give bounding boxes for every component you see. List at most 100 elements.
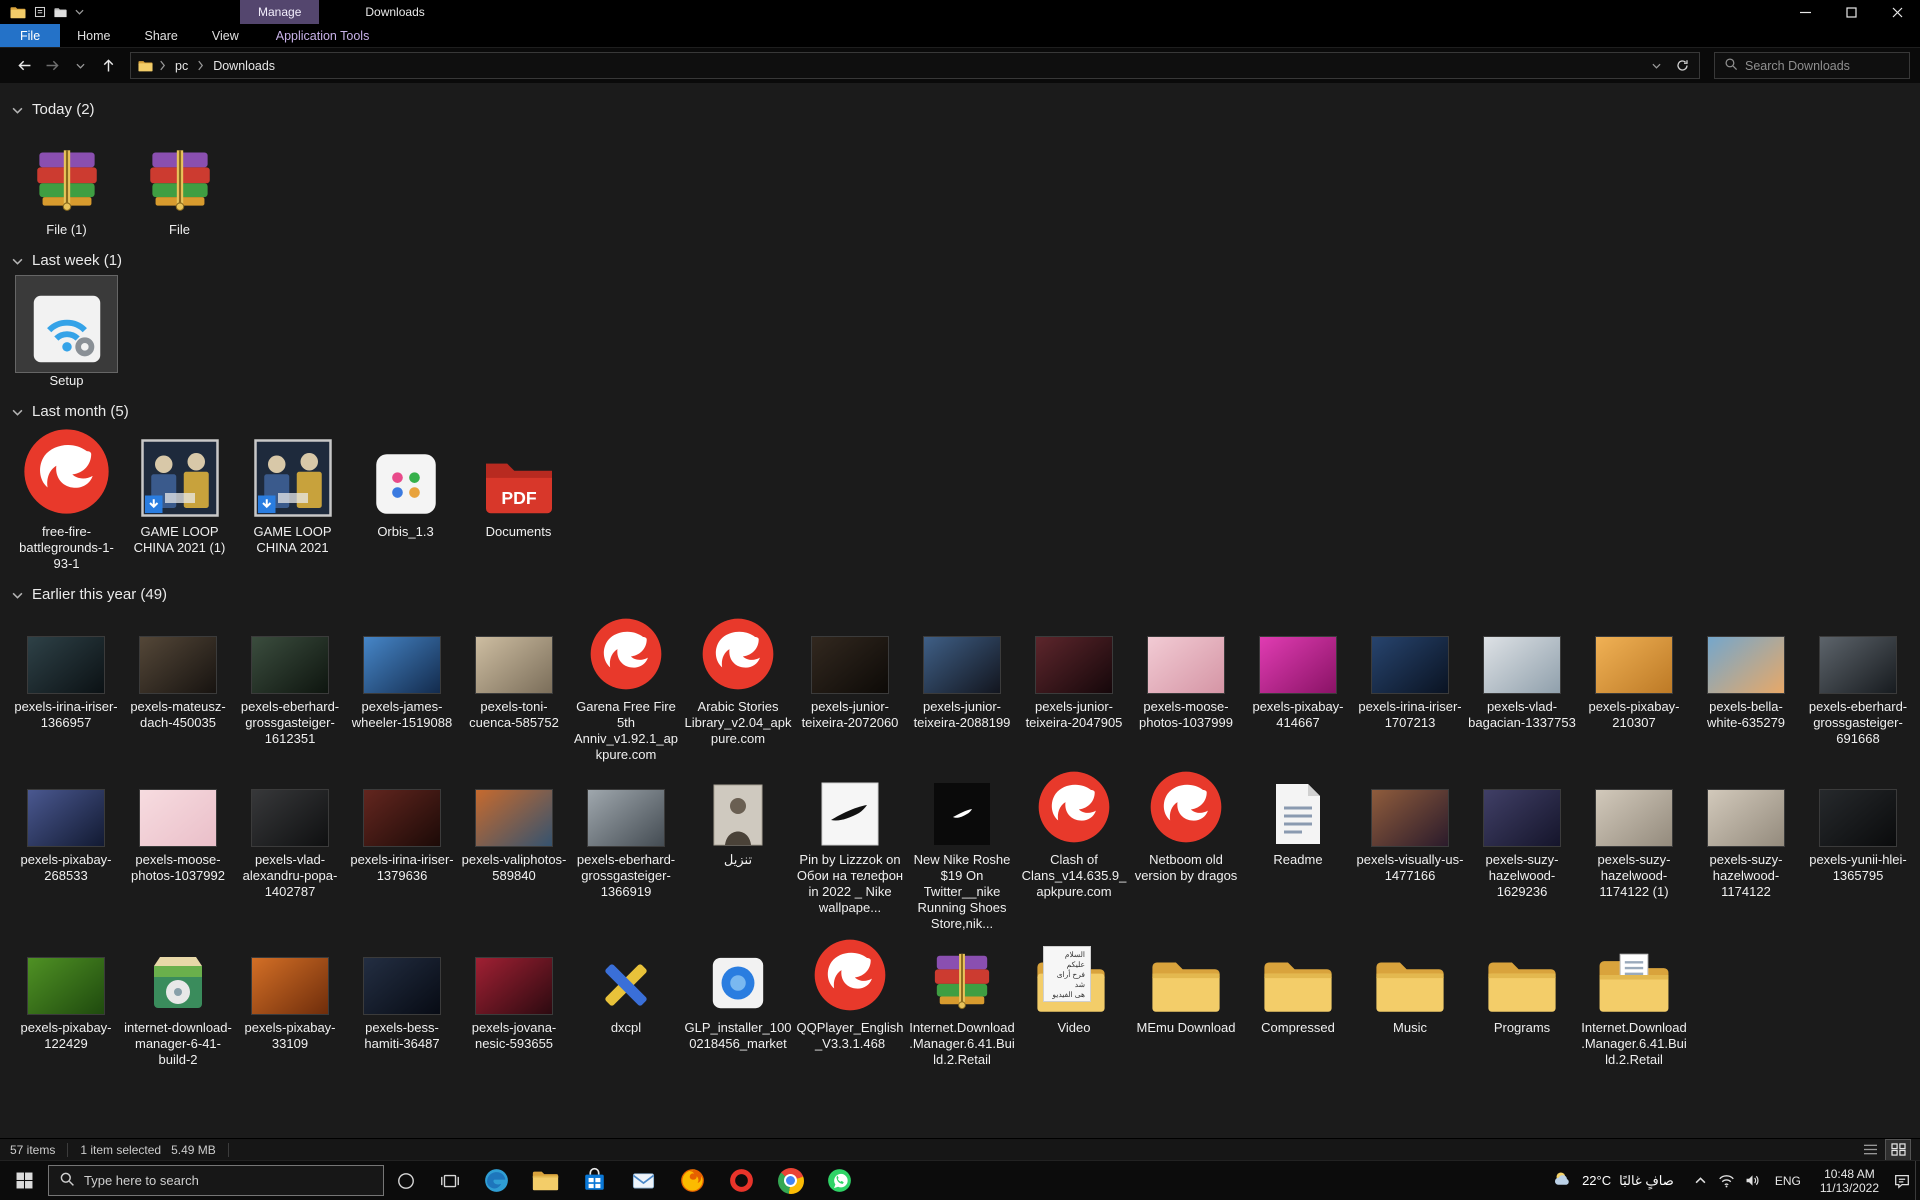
file-item[interactable]: pexels-pixabay-33109 — [234, 931, 346, 1052]
group-header[interactable]: Today (2) — [12, 99, 1920, 119]
file-item[interactable]: QQPlayer_English_V3.3.1.468 — [794, 931, 906, 1052]
file-item[interactable]: Internet.Download.Manager.6.41.Build.2.R… — [906, 931, 1018, 1068]
file-item[interactable]: pexels-suzy-hazelwood-1174122 — [1690, 763, 1802, 900]
file-item[interactable]: pexels-pixabay-414667 — [1242, 610, 1354, 731]
file-item[interactable]: Music — [1354, 931, 1466, 1036]
file-item[interactable]: pexels-eberhard-grossgasteiger-1612351 — [234, 610, 346, 747]
properties-icon[interactable] — [34, 6, 46, 18]
file-item[interactable]: pexels-junior-teixeira-2072060 — [794, 610, 906, 731]
file-item[interactable]: Setup — [10, 276, 123, 389]
file-item[interactable]: GAME LOOP CHINA 2021 — [236, 427, 349, 556]
file-item[interactable]: تنزيل — [682, 763, 794, 868]
back-button[interactable] — [10, 52, 38, 80]
file-item[interactable]: New Nike Roshe $19 On Twitter__nike Runn… — [906, 763, 1018, 931]
action-center-icon[interactable] — [1889, 1161, 1915, 1200]
taskbar-app-opera[interactable] — [717, 1161, 766, 1200]
minimize-button[interactable] — [1782, 0, 1828, 24]
group-header[interactable]: Earlier this year (49) — [12, 584, 1920, 604]
file-item[interactable]: free-fire-battlegrounds-1-93-1 — [10, 427, 123, 572]
large-icons-view-icon[interactable] — [1886, 1140, 1910, 1160]
taskbar-app-firefox[interactable] — [668, 1161, 717, 1200]
volume-icon[interactable] — [1740, 1161, 1766, 1200]
file-item[interactable]: Clash of Clans_v14.635.9_apkpure.com — [1018, 763, 1130, 900]
file-item[interactable]: pexels-valiphotos-589840 — [458, 763, 570, 884]
file-item[interactable]: pexels-irina-iriser-1379636 — [346, 763, 458, 884]
taskbar-search-input[interactable]: Type here to search — [48, 1165, 384, 1196]
tab-home[interactable]: Home — [60, 24, 127, 47]
breadcrumb-pc[interactable]: pc — [169, 59, 194, 73]
file-item[interactable]: pexels-toni-cuenca-585752 — [458, 610, 570, 731]
file-item[interactable]: pexels-suzy-hazelwood-1629236 — [1466, 763, 1578, 900]
new-folder-icon[interactable] — [54, 7, 67, 18]
taskbar-app-whatsapp[interactable] — [815, 1161, 864, 1200]
file-item[interactable]: pexels-junior-teixeira-2047905 — [1018, 610, 1130, 731]
file-item[interactable]: File (1) — [10, 125, 123, 238]
taskbar-app-explorer[interactable] — [521, 1161, 570, 1200]
file-item[interactable]: pexels-visually-us-1477166 — [1354, 763, 1466, 884]
weather-widget[interactable]: 22°C صافٍ غالبًا — [1539, 1169, 1688, 1193]
file-item[interactable]: pexels-jovana-nesic-593655 — [458, 931, 570, 1052]
file-item[interactable]: pexels-mateusz-dach-450035 — [122, 610, 234, 731]
maximize-button[interactable] — [1828, 0, 1874, 24]
up-button[interactable] — [94, 52, 122, 80]
show-desktop-button[interactable] — [1915, 1161, 1920, 1200]
address-bar[interactable]: pc Downloads — [130, 52, 1700, 79]
file-item[interactable]: pexels-bella-white-635279 — [1690, 610, 1802, 731]
file-item[interactable]: Netboom old version by dragos — [1130, 763, 1242, 884]
taskbar-app-store[interactable] — [570, 1161, 619, 1200]
file-item[interactable]: internet-download-manager-6-41-build-2 — [122, 931, 234, 1068]
file-item[interactable]: pexels-yunii-hlei-1365795 — [1802, 763, 1914, 884]
taskbar-app-edge[interactable] — [472, 1161, 521, 1200]
file-item[interactable]: pexels-vlad-bagacian-1337753 — [1466, 610, 1578, 731]
tab-share[interactable]: Share — [128, 24, 195, 47]
file-item[interactable]: pexels-eberhard-grossgasteiger-1366919 — [570, 763, 682, 900]
file-item[interactable]: pexels-junior-teixeira-2088199 — [906, 610, 1018, 731]
tab-view[interactable]: View — [195, 24, 256, 47]
file-item[interactable]: Programs — [1466, 931, 1578, 1036]
tab-application-tools[interactable]: Application Tools — [260, 24, 386, 47]
file-list-area[interactable]: Today (2) File (1)File Last week (1) Setup L… — [0, 83, 1920, 1138]
file-item[interactable]: Arabic Stories Library_v2.04_apkpure.com — [682, 610, 794, 747]
search-input[interactable]: Search Downloads — [1714, 52, 1910, 79]
file-item[interactable]: pexels-james-wheeler-1519088 — [346, 610, 458, 731]
file-item[interactable]: pexels-suzy-hazelwood-1174122 (1) — [1578, 763, 1690, 900]
file-item[interactable]: dxcpl — [570, 931, 682, 1036]
group-header[interactable]: Last week (1) — [12, 250, 1920, 270]
file-item[interactable]: pexels-moose-photos-1037992 — [122, 763, 234, 884]
refresh-icon[interactable] — [1669, 53, 1695, 78]
cortana-icon[interactable] — [384, 1161, 428, 1200]
file-item[interactable]: pexels-eberhard-grossgasteiger-691668 — [1802, 610, 1914, 747]
clock[interactable]: 10:48 AM 11/13/2022 — [1810, 1167, 1889, 1195]
start-button[interactable] — [0, 1161, 48, 1200]
file-item[interactable]: File — [123, 125, 236, 238]
file-item[interactable]: Orbis_1.3 — [349, 427, 462, 540]
taskbar-app-chrome[interactable] — [766, 1161, 815, 1200]
language-indicator[interactable]: ENG — [1766, 1174, 1810, 1188]
breadcrumb-downloads[interactable]: Downloads — [207, 59, 281, 73]
file-item[interactable]: pexels-pixabay-122429 — [10, 931, 122, 1052]
file-item[interactable]: pexels-irina-iriser-1366957 — [10, 610, 122, 731]
file-item[interactable]: pexels-bess-hamiti-36487 — [346, 931, 458, 1052]
file-item[interactable]: GLP_installer_1000218456_market — [682, 931, 794, 1052]
forward-button[interactable] — [38, 52, 66, 80]
file-item[interactable]: Compressed — [1242, 931, 1354, 1036]
file-item[interactable]: MEmu Download — [1130, 931, 1242, 1036]
group-header[interactable]: Last month (5) — [12, 401, 1920, 421]
address-dropdown-chevron-icon[interactable] — [1643, 53, 1669, 78]
file-item[interactable]: pexels-moose-photos-1037999 — [1130, 610, 1242, 731]
file-item[interactable]: PDFDocuments — [462, 427, 575, 540]
file-item[interactable]: Pin by Lizzzok on Обои на телефон in 202… — [794, 763, 906, 916]
file-item[interactable]: pexels-pixabay-210307 — [1578, 610, 1690, 731]
file-item[interactable]: Internet.Download.Manager.6.41.Build.2.R… — [1578, 931, 1690, 1068]
qat-customize-chevron-icon[interactable] — [75, 9, 84, 15]
file-item[interactable]: GAME LOOP CHINA 2021 (1) — [123, 427, 236, 556]
tab-file[interactable]: File — [0, 24, 60, 47]
file-item[interactable]: pexels-vlad-alexandru-popa-1402787 — [234, 763, 346, 900]
file-item[interactable]: Garena Free Fire 5th Anniv_v1.92.1_apkpu… — [570, 610, 682, 763]
taskbar-app-mail[interactable] — [619, 1161, 668, 1200]
task-view-icon[interactable] — [428, 1161, 472, 1200]
close-button[interactable] — [1874, 0, 1920, 24]
recent-locations-chevron-icon[interactable] — [66, 52, 94, 80]
file-item[interactable]: Readme — [1242, 763, 1354, 868]
file-item[interactable]: pexels-irina-iriser-1707213 — [1354, 610, 1466, 731]
